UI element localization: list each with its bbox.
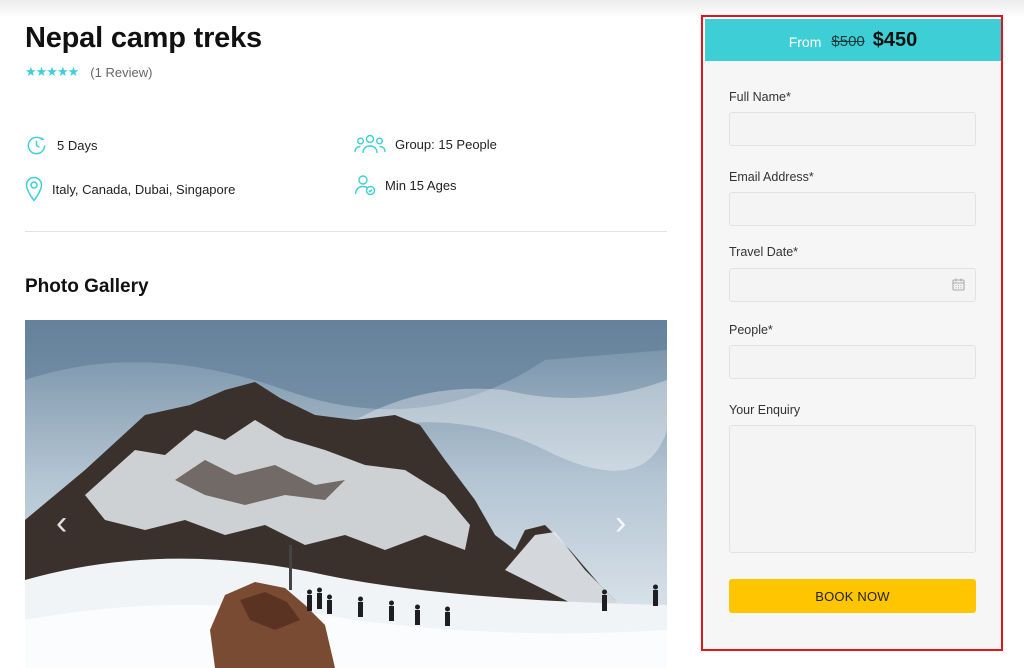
location-text: Italy, Canada, Dubai, Singapore xyxy=(52,181,236,197)
group-info: Group: 15 People xyxy=(354,133,497,155)
price-bar: From $500 $450 xyxy=(705,19,1001,61)
people-label: People* xyxy=(729,323,773,337)
duration-info: 5 Days xyxy=(25,134,97,157)
full-name-input[interactable] xyxy=(729,112,976,146)
mountain-photo xyxy=(25,320,667,668)
page-title: Nepal camp treks xyxy=(25,22,262,54)
full-name-label: Full Name* xyxy=(729,90,791,104)
rating: ★★★★★ (1 Review) xyxy=(25,64,152,80)
map-pin-icon xyxy=(25,176,43,202)
clock-icon xyxy=(27,136,46,155)
booking-form-panel: From $500 $450 Full Name* Email Address*… xyxy=(701,15,1003,651)
group-icon xyxy=(354,134,386,154)
star-rating-icon: ★★★★★ xyxy=(25,64,79,79)
user-age-icon xyxy=(354,175,376,196)
section-divider xyxy=(25,231,667,232)
price-from-label: From xyxy=(788,33,822,50)
gallery-title: Photo Gallery xyxy=(25,276,149,297)
travel-date-input[interactable] xyxy=(729,268,976,302)
location-info: Italy, Canada, Dubai, Singapore xyxy=(25,176,235,202)
enquiry-textarea[interactable] xyxy=(729,425,976,553)
enquiry-label: Your Enquiry xyxy=(729,403,801,417)
duration-text: 5 Days xyxy=(57,138,98,153)
age-info: Min 15 Ages xyxy=(354,174,457,196)
book-now-button[interactable]: BOOK NOW xyxy=(729,579,976,613)
calendar-icon[interactable] xyxy=(952,278,965,291)
sale-price: $450 xyxy=(872,28,918,51)
email-input[interactable] xyxy=(729,192,976,226)
age-text: Min 15 Ages xyxy=(385,177,457,193)
booking-form: From $500 $450 Full Name* Email Address*… xyxy=(705,19,1001,649)
review-count-link[interactable]: (1 Review) xyxy=(90,65,152,80)
travel-date-label: Travel Date* xyxy=(729,245,799,259)
people-input[interactable] xyxy=(729,345,976,379)
gallery-prev-arrow-icon[interactable]: ‹ xyxy=(56,506,67,540)
email-label: Email Address* xyxy=(729,170,814,184)
gallery-next-arrow-icon[interactable]: › xyxy=(615,506,626,540)
photo-gallery-slider[interactable]: ‹ › xyxy=(25,320,667,668)
old-price: $500 xyxy=(831,32,865,50)
group-text: Group: 15 People xyxy=(395,136,497,152)
